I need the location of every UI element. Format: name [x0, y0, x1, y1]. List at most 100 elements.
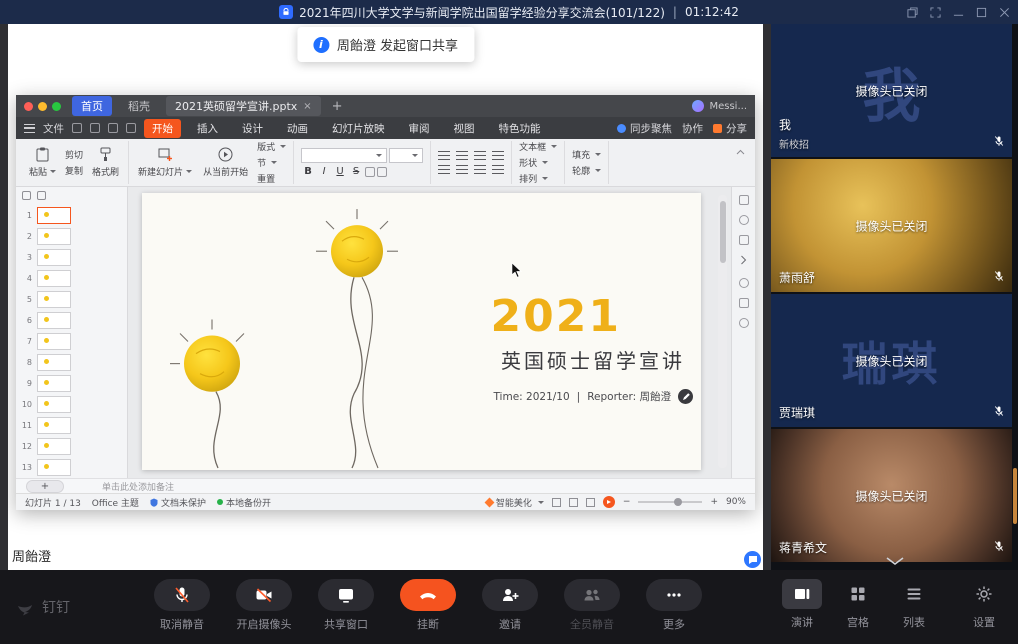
share-window-button[interactable]: 共享窗口: [314, 579, 378, 632]
sorter-view-icon[interactable]: [569, 498, 578, 507]
section-button[interactable]: 节: [257, 156, 286, 169]
save-icon[interactable]: [72, 123, 82, 133]
justify-icon[interactable]: [492, 151, 504, 160]
maximize-icon[interactable]: [976, 7, 987, 18]
chart-tool-icon[interactable]: [739, 278, 749, 288]
ribbon-tab-slideshow[interactable]: 幻灯片放映: [324, 119, 393, 138]
highlight-color-icon[interactable]: [377, 167, 387, 177]
more-button[interactable]: 更多: [642, 579, 706, 632]
notes-placeholder[interactable]: 单击此处添加备注: [102, 480, 174, 493]
ribbon-tab-insert[interactable]: 插入: [189, 119, 226, 138]
slide-canvas[interactable]: 2021 英国硕士留学宣讲 Time: 2021/10 | Reporter: …: [128, 187, 731, 478]
close-icon[interactable]: [999, 7, 1010, 18]
chevron-down-icon[interactable]: [885, 550, 905, 569]
paste-button[interactable]: 粘贴: [27, 147, 58, 178]
theme-name[interactable]: Office 主题: [92, 496, 139, 509]
font-name-select[interactable]: [301, 148, 387, 163]
tab-document[interactable]: 2021英硕留学宣讲.pptx ×: [166, 96, 321, 116]
hangup-button[interactable]: 挂断: [396, 579, 460, 632]
sync-focus-button[interactable]: 同步聚焦: [617, 121, 672, 136]
file-menu[interactable]: 文件: [43, 121, 64, 136]
participant-tile-self[interactable]: 我 摄像头已关闭 我 新校招: [771, 24, 1012, 157]
document-protect-status[interactable]: 文档未保护: [150, 496, 206, 509]
canvas-scrollbar[interactable]: [718, 195, 727, 468]
textbox-button[interactable]: 文本框: [519, 140, 557, 153]
italic-button[interactable]: I: [317, 166, 331, 177]
slide-thumbnail[interactable]: 2: [18, 226, 123, 247]
slide-thumbnail[interactable]: 8: [18, 352, 123, 373]
participant-tile[interactable]: 摄像头已关闭 蒋青希文: [771, 429, 1012, 562]
print-icon[interactable]: [90, 123, 100, 133]
font-color-icon[interactable]: [365, 167, 375, 177]
outline-button[interactable]: 轮廓: [572, 164, 601, 177]
participants-scrollbar[interactable]: [1013, 468, 1017, 524]
align-left-icon[interactable]: [438, 151, 450, 160]
backup-status[interactable]: 本地备份开: [217, 496, 271, 509]
font-size-select[interactable]: [389, 148, 423, 163]
zoom-in-button[interactable]: +: [710, 497, 718, 507]
add-slide-button[interactable]: +: [26, 480, 64, 493]
cut-button[interactable]: 剪切: [65, 148, 83, 161]
slide-thumbnail[interactable]: 9: [18, 373, 123, 394]
animation-pane-icon[interactable]: [739, 235, 749, 245]
line-spacing-icon[interactable]: [492, 165, 504, 174]
arrange-button[interactable]: 排列: [519, 172, 557, 185]
ribbon-tab-design[interactable]: 设计: [234, 119, 271, 138]
slide-thumbnail[interactable]: 3: [18, 247, 123, 268]
popout-icon[interactable]: [907, 7, 918, 18]
layout-list-button[interactable]: 列表: [890, 579, 938, 630]
reset-button[interactable]: 重置: [257, 172, 286, 185]
help-tool-icon[interactable]: [739, 318, 749, 328]
participant-tile[interactable]: 瑞琪 摄像头已关闭 贾瑞琪: [771, 294, 1012, 427]
ribbon-tab-home[interactable]: 开始: [144, 119, 181, 138]
reading-view-icon[interactable]: [586, 498, 595, 507]
slide-thumbnail[interactable]: 7: [18, 331, 123, 352]
minimize-icon[interactable]: [953, 7, 964, 18]
bullet-list-icon[interactable]: [438, 165, 450, 174]
redo-icon[interactable]: [126, 123, 136, 133]
menu-icon[interactable]: [24, 124, 35, 133]
slide-thumbnail[interactable]: 12: [18, 436, 123, 457]
slide-thumbnail[interactable]: 1: [18, 205, 123, 226]
undo-icon[interactable]: [108, 123, 118, 133]
strikethrough-button[interactable]: S: [349, 166, 363, 177]
slideshow-play-icon[interactable]: [603, 496, 615, 508]
expand-pane-icon[interactable]: [740, 255, 747, 268]
invite-button[interactable]: 邀请: [478, 579, 542, 632]
ribbon-tab-review[interactable]: 审阅: [401, 119, 438, 138]
tab-docer[interactable]: 稻壳: [119, 96, 159, 116]
bold-button[interactable]: B: [301, 166, 315, 177]
new-tab-button[interactable]: +: [328, 99, 347, 114]
fill-button[interactable]: 填充: [572, 148, 601, 161]
tab-close-icon[interactable]: ×: [303, 101, 311, 112]
window-traffic-lights[interactable]: [24, 102, 61, 111]
comment-icon[interactable]: [739, 215, 749, 225]
share-button[interactable]: 分享: [713, 121, 747, 136]
outline-view-icon[interactable]: [22, 191, 31, 200]
slide-thumbnail[interactable]: 11: [18, 415, 123, 436]
slide-thumbnail[interactable]: 5: [18, 289, 123, 310]
underline-button[interactable]: U: [333, 166, 347, 177]
zoom-slider[interactable]: [638, 501, 702, 503]
slide-thumbnail[interactable]: 4: [18, 268, 123, 289]
shape-button[interactable]: 形状: [519, 156, 557, 169]
number-list-icon[interactable]: [456, 165, 468, 174]
play-from-current-button[interactable]: 从当前开始: [201, 147, 250, 178]
enable-camera-button[interactable]: 开启摄像头: [232, 579, 296, 632]
wps-account[interactable]: Messi...: [692, 100, 747, 112]
zoom-level[interactable]: 90%: [726, 497, 746, 507]
collaborate-button[interactable]: 协作: [682, 121, 703, 136]
unmute-button[interactable]: 取消静音: [150, 579, 214, 632]
ribbon-tab-special[interactable]: 特色功能: [491, 119, 549, 138]
slide-thumbnail[interactable]: 10: [18, 394, 123, 415]
slide-thumbnail[interactable]: 6: [18, 310, 123, 331]
layout-presenter-button[interactable]: 演讲: [778, 579, 826, 630]
layout-grid-button[interactable]: 宫格: [834, 579, 882, 630]
fullscreen-icon[interactable]: [930, 7, 941, 18]
indent-icon[interactable]: [474, 165, 486, 174]
align-right-icon[interactable]: [474, 151, 486, 160]
layout-button[interactable]: 版式: [257, 140, 286, 153]
smart-beautify-button[interactable]: 智能美化: [486, 496, 544, 509]
align-center-icon[interactable]: [456, 151, 468, 160]
participant-tile[interactable]: 摄像头已关闭 萧雨舒: [771, 159, 1012, 292]
